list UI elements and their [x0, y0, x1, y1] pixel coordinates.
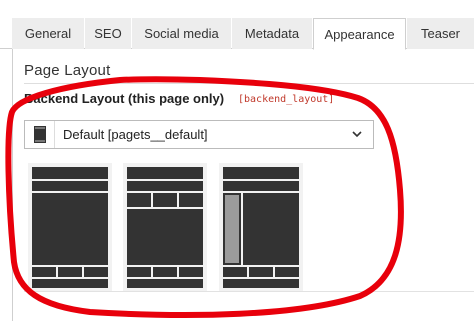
layout-sidebar-left-icon [223, 167, 299, 288]
tab-metadata[interactable]: Metadata [232, 18, 312, 49]
field-key: [backend_layout] [238, 94, 335, 105]
layout-icon [25, 121, 55, 148]
chevron-down-icon [351, 127, 363, 146]
tab-general[interactable]: General [12, 18, 84, 49]
layout-option-sidebar-left[interactable] [219, 163, 303, 291]
tab-appearance[interactable]: Appearance [313, 18, 406, 50]
page-properties-form: General SEO Social media Metadata Appear… [0, 0, 474, 321]
tab-teaser[interactable]: Teaser [407, 18, 474, 49]
bottom-divider [24, 291, 474, 292]
layout-default-icon [32, 167, 108, 288]
tab-seo[interactable]: SEO [85, 18, 131, 49]
backend-layout-select[interactable]: Default [pagets__default] [24, 120, 374, 149]
section-title: Page Layout [24, 62, 111, 79]
layout-option-three-columns[interactable] [123, 163, 207, 291]
select-value: Default [pagets__default] [63, 127, 208, 142]
tab-social-media[interactable]: Social media [132, 18, 231, 49]
field-label: Backend Layout (this page only) [24, 91, 225, 106]
section-divider [24, 83, 474, 84]
tab-bar: General SEO Social media Metadata Appear… [0, 0, 474, 50]
layout-three-columns-icon [127, 167, 203, 288]
layout-option-default[interactable] [28, 163, 112, 291]
